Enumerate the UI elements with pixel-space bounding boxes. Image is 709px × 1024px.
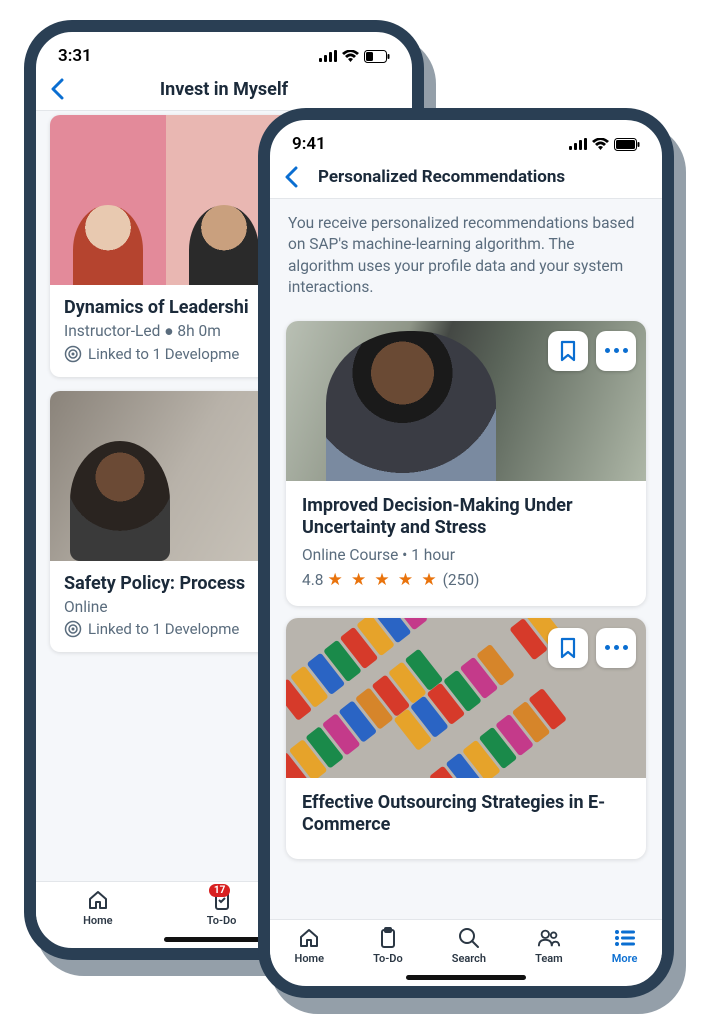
status-bar: 3:31 — [36, 32, 412, 72]
tab-more[interactable]: More — [612, 926, 638, 965]
bookmark-icon — [559, 637, 577, 659]
home-icon — [86, 888, 110, 912]
recommendation-card[interactable]: Effective Outsourcing Strategies in E-Co… — [286, 618, 646, 859]
chevron-left-icon — [284, 166, 298, 188]
card-title: Effective Outsourcing Strategies in E-Co… — [302, 792, 630, 837]
card-meta: Online Course • 1 hour — [302, 546, 630, 564]
status-icons — [319, 50, 390, 63]
battery-icon — [614, 138, 640, 151]
bookmark-icon — [559, 340, 577, 362]
battery-icon — [364, 50, 390, 63]
cellular-icon — [319, 50, 337, 62]
tab-home[interactable]: Home — [295, 926, 325, 965]
status-time: 9:41 — [292, 134, 326, 154]
card-image — [286, 321, 646, 481]
nav-header: Personalized Recommendations — [270, 160, 662, 199]
tab-todo[interactable]: To-Do — [373, 926, 403, 965]
list-icon — [613, 926, 637, 950]
page-title: Personalized Recommendations — [318, 167, 648, 187]
status-time: 3:31 — [58, 46, 92, 66]
bookmark-button[interactable] — [548, 331, 588, 371]
tab-team[interactable]: Team — [535, 926, 563, 965]
card-rating: 4.8 ★ ★ ★ ★ ★ (250) — [302, 570, 630, 590]
nav-header: Invest in Myself — [36, 72, 412, 111]
target-icon — [64, 345, 82, 363]
card-image — [286, 618, 646, 778]
tab-home[interactable]: Home — [83, 888, 113, 927]
phone-right: 9:41 Personalized Recommendations You re… — [258, 108, 674, 998]
card-title: Improved Decision-Making Under Uncertain… — [302, 495, 630, 540]
dots-icon — [605, 645, 628, 650]
team-icon — [537, 926, 561, 950]
stars-icon: ★ ★ ★ ★ ★ — [328, 570, 439, 590]
wifi-icon — [592, 138, 609, 150]
cellular-icon — [569, 138, 587, 150]
more-button[interactable] — [596, 331, 636, 371]
back-button[interactable] — [284, 166, 310, 188]
home-icon — [297, 926, 321, 950]
badge: 17 — [209, 884, 230, 897]
tab-search[interactable]: Search — [452, 926, 486, 965]
intro-text: You receive personalized recommendations… — [270, 199, 662, 309]
status-bar: 9:41 — [270, 120, 662, 160]
wifi-icon — [342, 50, 359, 62]
home-indicator[interactable] — [406, 975, 526, 980]
scroll-area[interactable]: You receive personalized recommendations… — [270, 199, 662, 919]
clipboard-icon — [376, 926, 400, 950]
dots-icon — [605, 348, 628, 353]
tab-todo[interactable]: 17 To-Do — [207, 888, 237, 927]
tab-bar: Home To-Do Search Team More — [270, 919, 662, 975]
more-button[interactable] — [596, 628, 636, 668]
target-icon — [64, 620, 82, 638]
recommendation-card[interactable]: Improved Decision-Making Under Uncertain… — [286, 321, 646, 606]
bookmark-button[interactable] — [548, 628, 588, 668]
search-icon — [457, 926, 481, 950]
page-title: Invest in Myself — [50, 79, 398, 100]
status-icons — [569, 138, 640, 151]
